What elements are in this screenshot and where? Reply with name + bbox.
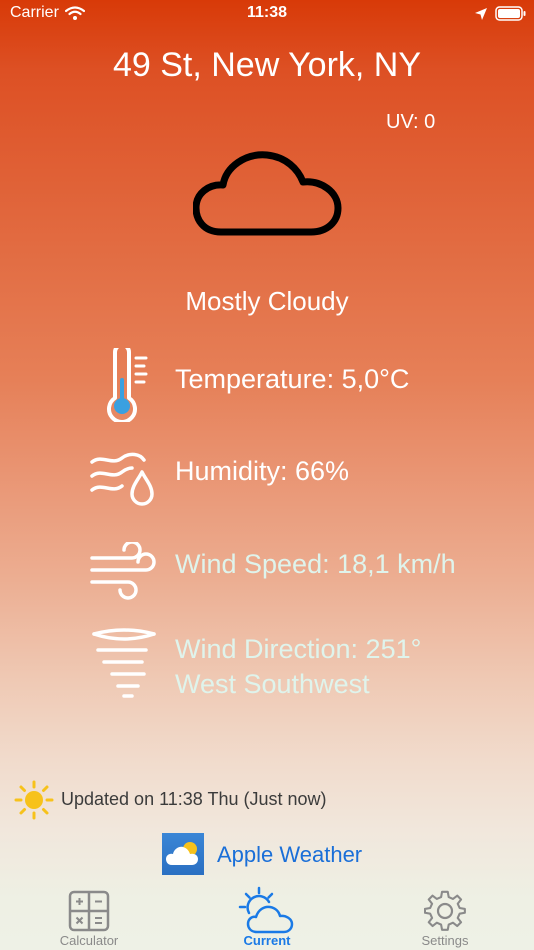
thermometer-icon bbox=[107, 348, 148, 422]
tab-calculator-label: Calculator bbox=[59, 933, 119, 948]
wind-direction-label: Wind Direction: 251° bbox=[175, 634, 422, 664]
wind-direction-name: West Southwest bbox=[175, 669, 370, 699]
sun-icon bbox=[14, 780, 54, 820]
location-arrow-icon bbox=[475, 8, 487, 20]
uv-index: UV: 0 bbox=[386, 111, 436, 133]
updated-timestamp: Updated on 11:38 Thu (Just now) bbox=[61, 789, 327, 809]
wind-icon bbox=[90, 542, 156, 600]
tab-bar: Calculator Current Settings bbox=[0, 884, 534, 950]
tab-current[interactable]: Current bbox=[207, 884, 327, 950]
battery-icon bbox=[495, 6, 526, 21]
status-time: 11:38 bbox=[246, 4, 288, 21]
tab-settings[interactable]: Settings bbox=[385, 884, 505, 950]
apple-weather-link[interactable]: Apple Weather bbox=[217, 842, 362, 868]
temperature-label: Temperature: 5,0°C bbox=[175, 364, 410, 394]
location-title: 49 St, New York, NY bbox=[112, 46, 422, 84]
weather-icon bbox=[238, 886, 294, 934]
apple-weather-logo[interactable] bbox=[162, 833, 204, 875]
cloud-icon bbox=[193, 151, 342, 236]
condition-label: Mostly Cloudy bbox=[185, 286, 349, 316]
calculator-icon bbox=[68, 890, 110, 932]
tornado-icon bbox=[92, 628, 156, 698]
tab-current-label: Current bbox=[243, 933, 291, 948]
tab-calculator[interactable]: Calculator bbox=[29, 884, 149, 950]
humidity-icon bbox=[90, 452, 154, 506]
humidity-label: Humidity: 66% bbox=[175, 456, 350, 486]
tab-settings-label: Settings bbox=[421, 933, 469, 948]
wind-speed-label: Wind Speed: 18,1 km/h bbox=[175, 549, 456, 579]
partly-cloudy-icon bbox=[166, 842, 198, 865]
gear-icon bbox=[424, 890, 466, 931]
